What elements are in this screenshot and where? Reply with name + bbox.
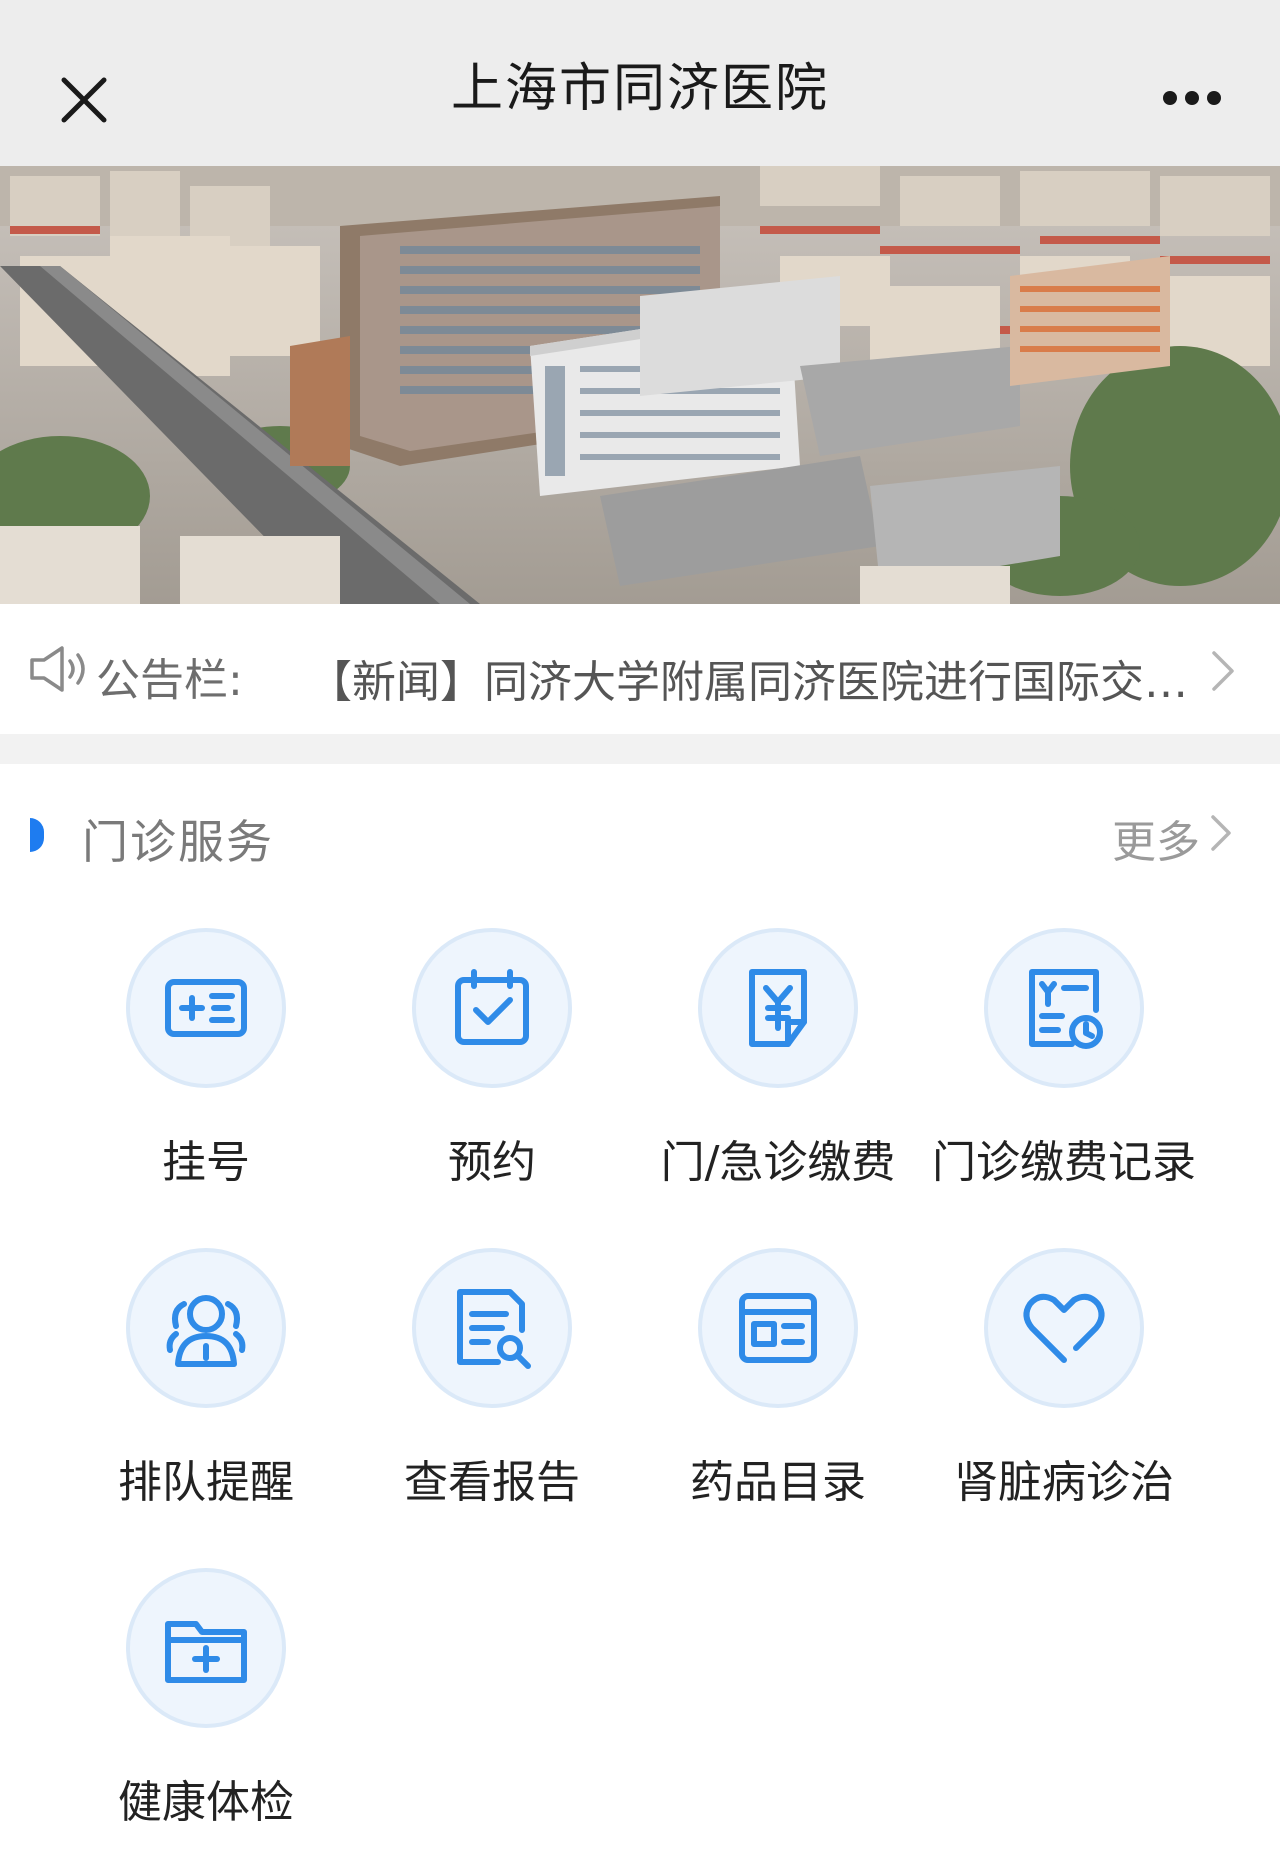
icon-circle bbox=[984, 1248, 1144, 1408]
chevron-right-icon[interactable] bbox=[1210, 814, 1232, 852]
service-label: 肾脏病诊治 bbox=[954, 1457, 1174, 1508]
notice-headline[interactable]: 【新闻】同济大学附属同济医院进行国际交… bbox=[308, 646, 1188, 710]
service-payment-record[interactable]: 门诊缴费记录 bbox=[921, 928, 1207, 1228]
section-divider bbox=[0, 734, 1280, 764]
service-view-report[interactable]: 查看报告 bbox=[349, 1248, 635, 1548]
service-drug-catalog[interactable]: 药品目录 bbox=[635, 1248, 921, 1548]
icon-circle bbox=[698, 1248, 858, 1408]
section-accent-bar bbox=[30, 818, 44, 852]
service-label: 查看报告 bbox=[404, 1457, 580, 1508]
calendar-check-icon bbox=[455, 969, 529, 1045]
nav-bar: 上海市同济医院 bbox=[0, 0, 1280, 166]
icon-circle bbox=[126, 1568, 286, 1728]
icon-circle bbox=[412, 1248, 572, 1408]
service-appointment[interactable]: 预约 bbox=[349, 928, 635, 1228]
service-queue-reminder[interactable]: 排队提醒 bbox=[63, 1248, 349, 1548]
service-kidney-care[interactable]: 肾脏病诊治 bbox=[921, 1248, 1207, 1548]
service-label: 预约 bbox=[448, 1137, 536, 1188]
service-label: 药品目录 bbox=[690, 1457, 866, 1508]
service-label: 排队提醒 bbox=[118, 1457, 294, 1508]
page-title: 上海市同济医院 bbox=[450, 58, 829, 119]
notice-label: 公告栏: bbox=[96, 655, 243, 706]
registration-card-icon bbox=[165, 979, 247, 1037]
section-title: 门诊服务 bbox=[82, 815, 274, 869]
payment-record-icon bbox=[1029, 969, 1103, 1049]
notice-bar[interactable]: 公告栏: 【新闻】同济大学附属同济医院进行国际交… bbox=[0, 604, 1280, 734]
icon-circle bbox=[126, 1248, 286, 1408]
hospital-banner[interactable] bbox=[0, 166, 1280, 604]
more-link[interactable]: 更多 bbox=[1112, 806, 1200, 870]
close-icon[interactable] bbox=[58, 74, 110, 126]
payment-document-icon bbox=[749, 969, 807, 1047]
drug-catalog-icon bbox=[739, 1293, 817, 1363]
service-label: 挂号 bbox=[162, 1137, 250, 1188]
chevron-right-icon bbox=[1212, 651, 1234, 691]
service-payment[interactable]: 门/急诊缴费 bbox=[635, 928, 921, 1228]
icon-circle bbox=[412, 928, 572, 1088]
report-search-icon bbox=[457, 1289, 531, 1369]
service-label: 门诊缴费记录 bbox=[932, 1137, 1196, 1188]
icon-circle bbox=[698, 928, 858, 1088]
speaker-icon bbox=[30, 646, 85, 692]
icon-circle bbox=[984, 928, 1144, 1088]
medical-folder-icon bbox=[165, 1621, 247, 1683]
more-dots-icon[interactable] bbox=[1162, 90, 1222, 106]
hospital-aerial-photo bbox=[0, 166, 1280, 604]
service-health-checkup[interactable]: 健康体检 bbox=[63, 1568, 349, 1868]
heart-icon bbox=[1023, 1293, 1105, 1363]
queue-people-icon bbox=[166, 1295, 246, 1367]
service-label: 门/急诊缴费 bbox=[660, 1137, 896, 1188]
section-header: 门诊服务 更多 bbox=[0, 764, 1280, 894]
service-registration[interactable]: 挂号 bbox=[63, 928, 349, 1228]
service-label: 健康体检 bbox=[118, 1777, 294, 1828]
icon-circle bbox=[126, 928, 286, 1088]
